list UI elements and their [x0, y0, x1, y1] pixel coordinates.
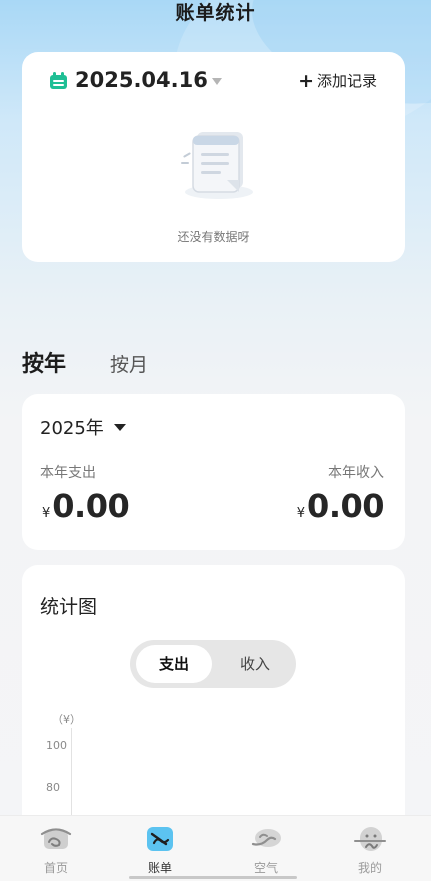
date-record-card: 2025.04.16 + 添加记录 还没有数据呀 — [22, 52, 405, 262]
caret-down-icon — [211, 78, 222, 85]
expense-label: 本年支出 — [40, 465, 96, 481]
plus-icon: + — [298, 69, 314, 92]
y-tick-label: 100 — [46, 739, 67, 752]
period-tabs: 按年 按月 — [22, 346, 148, 378]
year-label: 2025年 — [40, 418, 104, 439]
bill-icon — [147, 827, 173, 851]
tab-label: 我的 — [357, 861, 382, 875]
home-icon — [40, 828, 72, 849]
empty-notebook-icon — [181, 132, 253, 199]
caret-down-icon — [113, 423, 126, 431]
expense-value: 0.00 — [52, 487, 130, 525]
tab-by-month[interactable]: 按月 — [110, 350, 148, 377]
calendar-icon — [50, 71, 67, 89]
tab-profile[interactable]: 我的 — [316, 816, 424, 881]
home-indicator — [129, 876, 297, 879]
year-selector[interactable]: 2025年 — [40, 414, 126, 440]
tab-label: 账单 — [147, 861, 172, 875]
air-icon — [251, 829, 281, 847]
income-amount: ¥ 0.00 — [296, 487, 385, 525]
tab-air[interactable]: 空气 — [212, 816, 320, 881]
year-summary-card: 2025年 本年支出 本年收入 ¥ 0.00 ¥ 0.00 — [22, 394, 405, 550]
chart-title: 统计图 — [40, 596, 98, 618]
toggle-expense[interactable]: 支出 — [136, 645, 212, 683]
date-picker[interactable]: 2025.04.16 — [50, 68, 222, 92]
toggle-income[interactable]: 收入 — [220, 645, 290, 683]
bottom-tab-bar: 首页 账单 空气 我的 — [0, 815, 431, 881]
empty-state-text: 还没有数据呀 — [177, 230, 250, 244]
add-record-button[interactable]: + 添加记录 — [298, 70, 377, 91]
income-value: 0.00 — [307, 487, 384, 525]
tab-home[interactable]: 首页 — [2, 816, 110, 881]
tab-label: 首页 — [43, 861, 68, 875]
tab-bill[interactable]: 账单 — [106, 816, 214, 881]
y-tick-label: 80 — [46, 781, 60, 794]
expense-income-toggle: 支出 收入 — [130, 640, 296, 688]
page-title: 账单统计 — [175, 2, 256, 24]
selected-date: 2025.04.16 — [75, 68, 208, 92]
add-record-label: 添加记录 — [316, 72, 377, 90]
tab-label: 空气 — [253, 861, 278, 875]
currency-symbol: ¥ — [296, 506, 306, 521]
tab-by-year[interactable]: 按年 — [22, 346, 66, 378]
currency-symbol: ¥ — [42, 506, 51, 521]
y-axis-unit: （¥） — [52, 713, 81, 726]
income-label: 本年收入 — [328, 465, 384, 481]
profile-icon — [354, 827, 386, 851]
expense-amount: ¥ 0.00 — [42, 487, 130, 525]
